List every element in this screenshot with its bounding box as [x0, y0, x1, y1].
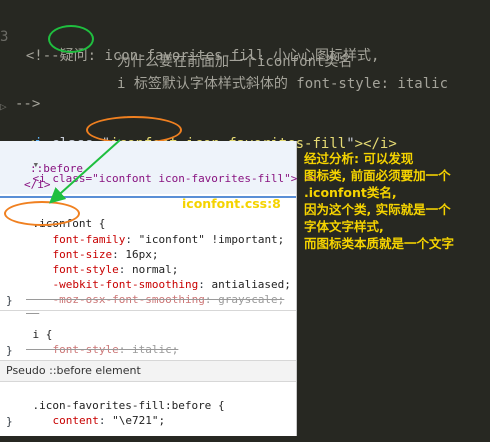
- iconfont-css-file-ref: iconfont.css:8: [182, 196, 281, 211]
- annotation-line: 字体文字样式,: [304, 219, 384, 234]
- annotation-line: .iconfont类名,: [304, 185, 397, 200]
- annotation-line: 而图标类本质就是一个文字: [304, 236, 455, 251]
- annotation-line: 经过分析: 可以发现: [304, 151, 414, 166]
- annotation-line: 因为这个类, 实际就是一个: [304, 202, 451, 217]
- annotation-line: 图标类, 前面必须要加一个: [304, 168, 451, 183]
- analysis-annotation: 经过分析: 可以发现 图标类, 前面必须要加一个 .iconfont类名, 因为…: [304, 150, 489, 252]
